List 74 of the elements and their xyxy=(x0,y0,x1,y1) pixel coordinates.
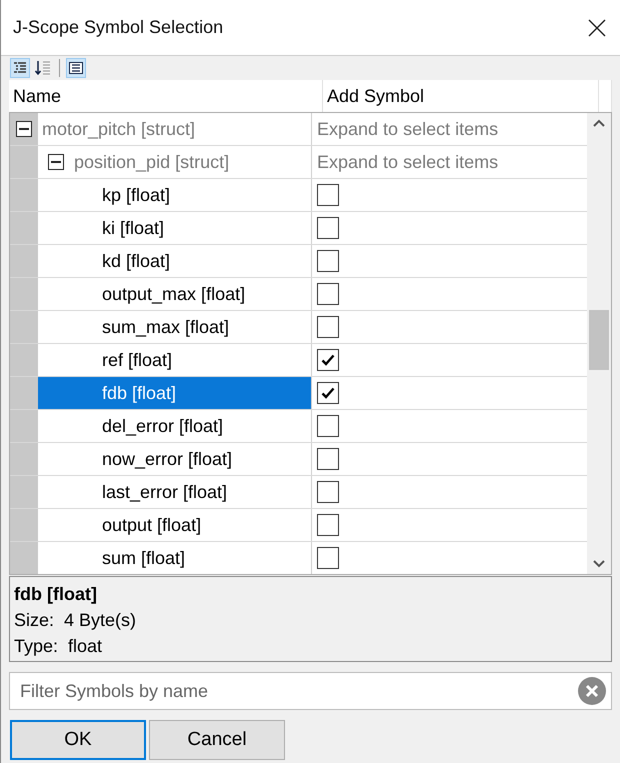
expand-hint: Expand to select items xyxy=(317,152,498,172)
row-gutter xyxy=(10,179,38,211)
row-gutter xyxy=(10,311,38,343)
row-gutter xyxy=(10,212,38,244)
row-gutter xyxy=(10,542,38,574)
symbol-name[interactable]: motor_pitch [struct] xyxy=(42,118,196,140)
expand-hint: Expand to select items xyxy=(317,118,498,140)
row-gutter xyxy=(10,410,38,442)
add-checkbox[interactable] xyxy=(317,217,339,239)
add-checkbox[interactable] xyxy=(317,415,339,437)
row-gutter xyxy=(10,509,38,541)
symbol-title: fdb [float] xyxy=(14,583,98,606)
list-view-icon[interactable] xyxy=(66,58,86,78)
collapse-icon[interactable] xyxy=(48,154,64,170)
symbol-name[interactable]: output_max [float] xyxy=(102,284,246,304)
tree-row[interactable]: now_error [float] xyxy=(10,443,587,476)
filter-field[interactable]: Filter Symbols by name xyxy=(9,672,612,710)
row-gutter xyxy=(10,245,38,277)
add-checkbox[interactable] xyxy=(317,448,339,470)
add-checkbox[interactable] xyxy=(317,547,339,569)
sort-icon[interactable] xyxy=(33,58,53,78)
tree-row[interactable]: fdb [float] xyxy=(10,377,587,410)
window-title: J-Scope Symbol Selection xyxy=(13,17,224,38)
row-gutter xyxy=(10,377,38,409)
add-checkbox[interactable] xyxy=(317,316,339,338)
close-icon[interactable] xyxy=(588,18,606,36)
row-gutter xyxy=(10,278,38,310)
scrollbar[interactable] xyxy=(587,113,611,574)
symbol-name[interactable]: output [float] xyxy=(102,514,202,536)
add-checkbox[interactable] xyxy=(317,283,339,305)
symbol-name[interactable]: sum [float] xyxy=(102,548,186,568)
tree-row[interactable]: last_error [float] xyxy=(10,476,587,509)
tree-row[interactable]: sum_max [float] xyxy=(10,311,587,344)
tree-row[interactable]: del_error [float] xyxy=(10,410,587,443)
tree-row[interactable]: output_max [float] xyxy=(10,278,587,311)
symbol-name[interactable]: ki [float] xyxy=(102,218,164,238)
symbol-name[interactable]: kp [float] xyxy=(102,184,170,206)
check-icon xyxy=(321,387,335,399)
collapse-icon[interactable] xyxy=(16,121,32,137)
row-gutter xyxy=(10,146,38,178)
add-checkbox[interactable] xyxy=(317,250,339,272)
symbol-name[interactable]: del_error [float] xyxy=(102,416,224,436)
symbol-name[interactable]: position_pid [struct] xyxy=(74,152,230,172)
symbol-name[interactable]: sum_max [float] xyxy=(102,316,230,338)
symbol-name[interactable]: now_error [float] xyxy=(102,448,232,470)
info-line: Type: float xyxy=(14,635,104,658)
add-checkbox[interactable] xyxy=(317,514,339,536)
row-gutter xyxy=(10,476,38,508)
tree-row[interactable]: ref [float] xyxy=(10,344,587,377)
row-gutter xyxy=(10,344,38,376)
scroll-up-icon[interactable] xyxy=(593,119,605,127)
symbol-name[interactable]: kd [float] xyxy=(102,250,170,272)
symbol-name[interactable]: ref [float] xyxy=(102,350,172,370)
tree-view-icon[interactable] xyxy=(10,58,30,78)
row-gutter xyxy=(10,443,38,475)
tree-row[interactable]: output [float] xyxy=(10,509,587,542)
tree-row[interactable]: kd [float] xyxy=(10,245,587,278)
add-checkbox[interactable] xyxy=(317,349,339,371)
add-checkbox[interactable] xyxy=(317,481,339,503)
scroll-down-icon[interactable] xyxy=(593,560,605,568)
scroll-thumb[interactable] xyxy=(589,310,609,370)
info-line: Size: 4 Byte(s) xyxy=(14,609,138,632)
tree-row[interactable]: position_pid [struct] Expand to select items xyxy=(10,146,587,179)
symbol-name[interactable]: fdb [float] xyxy=(102,382,176,404)
add-checkbox[interactable] xyxy=(317,382,339,404)
clear-icon[interactable] xyxy=(578,677,606,705)
dialog-button[interactable]: Cancel xyxy=(149,720,285,760)
check-icon xyxy=(321,354,335,366)
tree-row[interactable]: motor_pitch [struct] Expand to select items xyxy=(10,113,587,146)
tree-row[interactable]: ki [float] xyxy=(10,212,587,245)
add-checkbox[interactable] xyxy=(317,184,339,206)
symbol-name[interactable]: last_error [float] xyxy=(102,482,228,502)
tree-row[interactable]: kp [float] xyxy=(10,179,587,212)
dialog-button[interactable]: OK xyxy=(10,720,146,760)
